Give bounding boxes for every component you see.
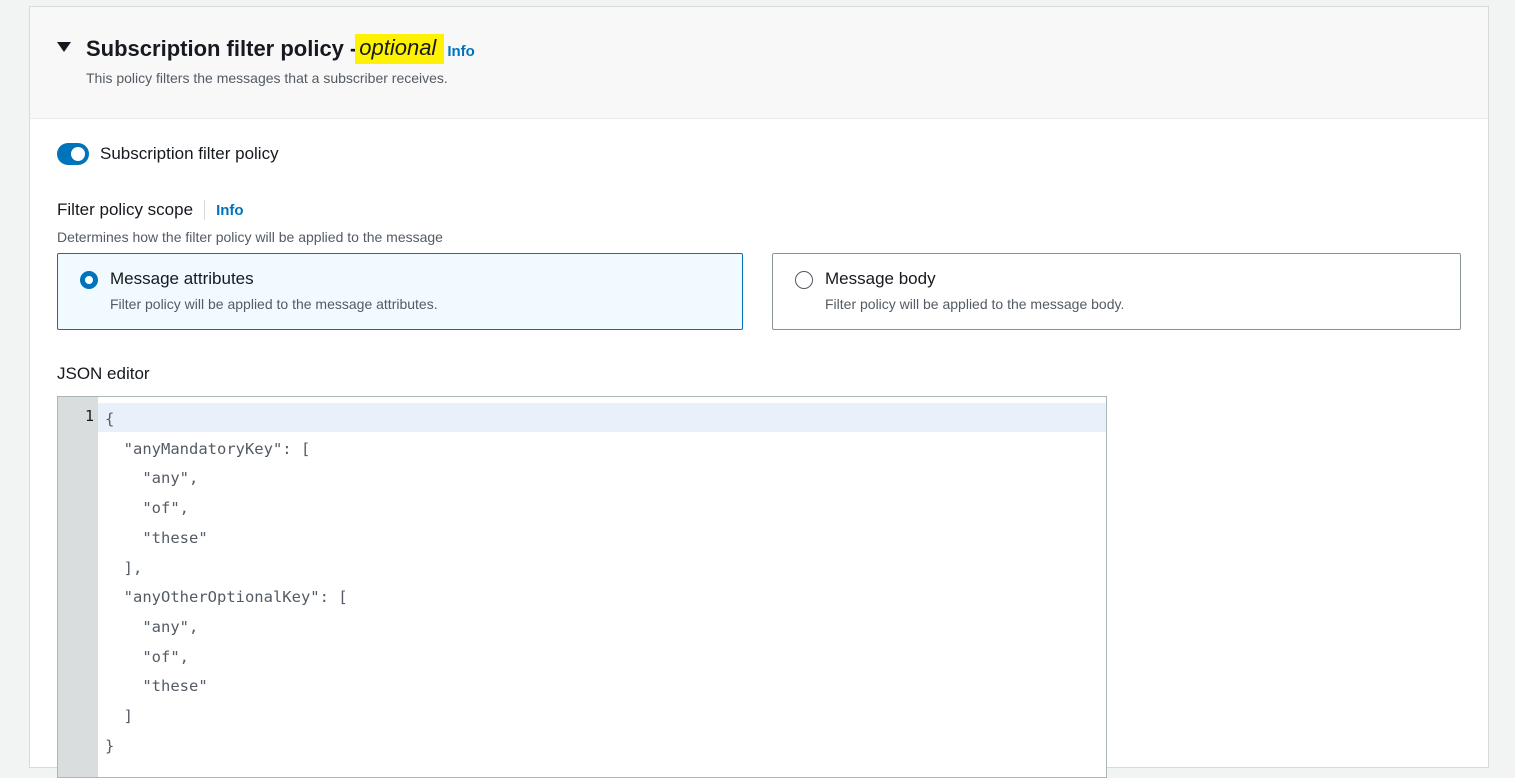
- scope-label: Filter policy scope: [57, 200, 194, 219]
- line-number: 1: [84, 407, 94, 425]
- radio-card-message-body[interactable]: Message body Filter policy will be appli…: [772, 253, 1461, 330]
- scope-info-link[interactable]: Info: [216, 202, 244, 219]
- radio-card-message-attributes[interactable]: Message attributes Filter policy will be…: [57, 253, 743, 330]
- card-description: Filter policy will be applied to the mes…: [825, 296, 1125, 312]
- filter-policy-toggle-row: Subscription filter policy: [57, 143, 279, 165]
- scope-label-row: Filter policy scope Info: [57, 200, 244, 220]
- toggle-knob: [71, 147, 85, 161]
- editor-gutter: 1: [58, 397, 98, 777]
- scope-separator: [204, 200, 206, 220]
- optional-tag: optional: [355, 34, 445, 64]
- panel-header[interactable]: Subscription filter policy - optional In…: [30, 7, 1488, 119]
- panel-title: Subscription filter policy: [86, 36, 344, 61]
- json-editor-label: JSON editor: [57, 364, 150, 383]
- code-content[interactable]: { "anyMandatoryKey": [ "any", "of", "the…: [105, 405, 348, 761]
- header-info-link[interactable]: Info: [447, 43, 475, 60]
- card-title: Message body: [825, 269, 936, 288]
- panel-title-row: Subscription filter policy - optional In…: [86, 32, 475, 66]
- json-editor[interactable]: 1 { "anyMandatoryKey": [ "any", "of", "t…: [57, 396, 1107, 778]
- card-description: Filter policy will be applied to the mes…: [110, 296, 438, 312]
- filter-policy-toggle[interactable]: [57, 143, 89, 165]
- radio-button-checked[interactable]: [80, 271, 98, 289]
- caret-down-icon[interactable]: [57, 42, 71, 52]
- radio-button-unchecked[interactable]: [795, 271, 813, 289]
- panel-description: This policy filters the messages that a …: [86, 70, 448, 86]
- toggle-label: Subscription filter policy: [100, 144, 279, 163]
- subscription-filter-panel: Subscription filter policy - optional In…: [29, 6, 1489, 778]
- card-title: Message attributes: [110, 269, 254, 288]
- scope-description: Determines how the filter policy will be…: [57, 229, 443, 245]
